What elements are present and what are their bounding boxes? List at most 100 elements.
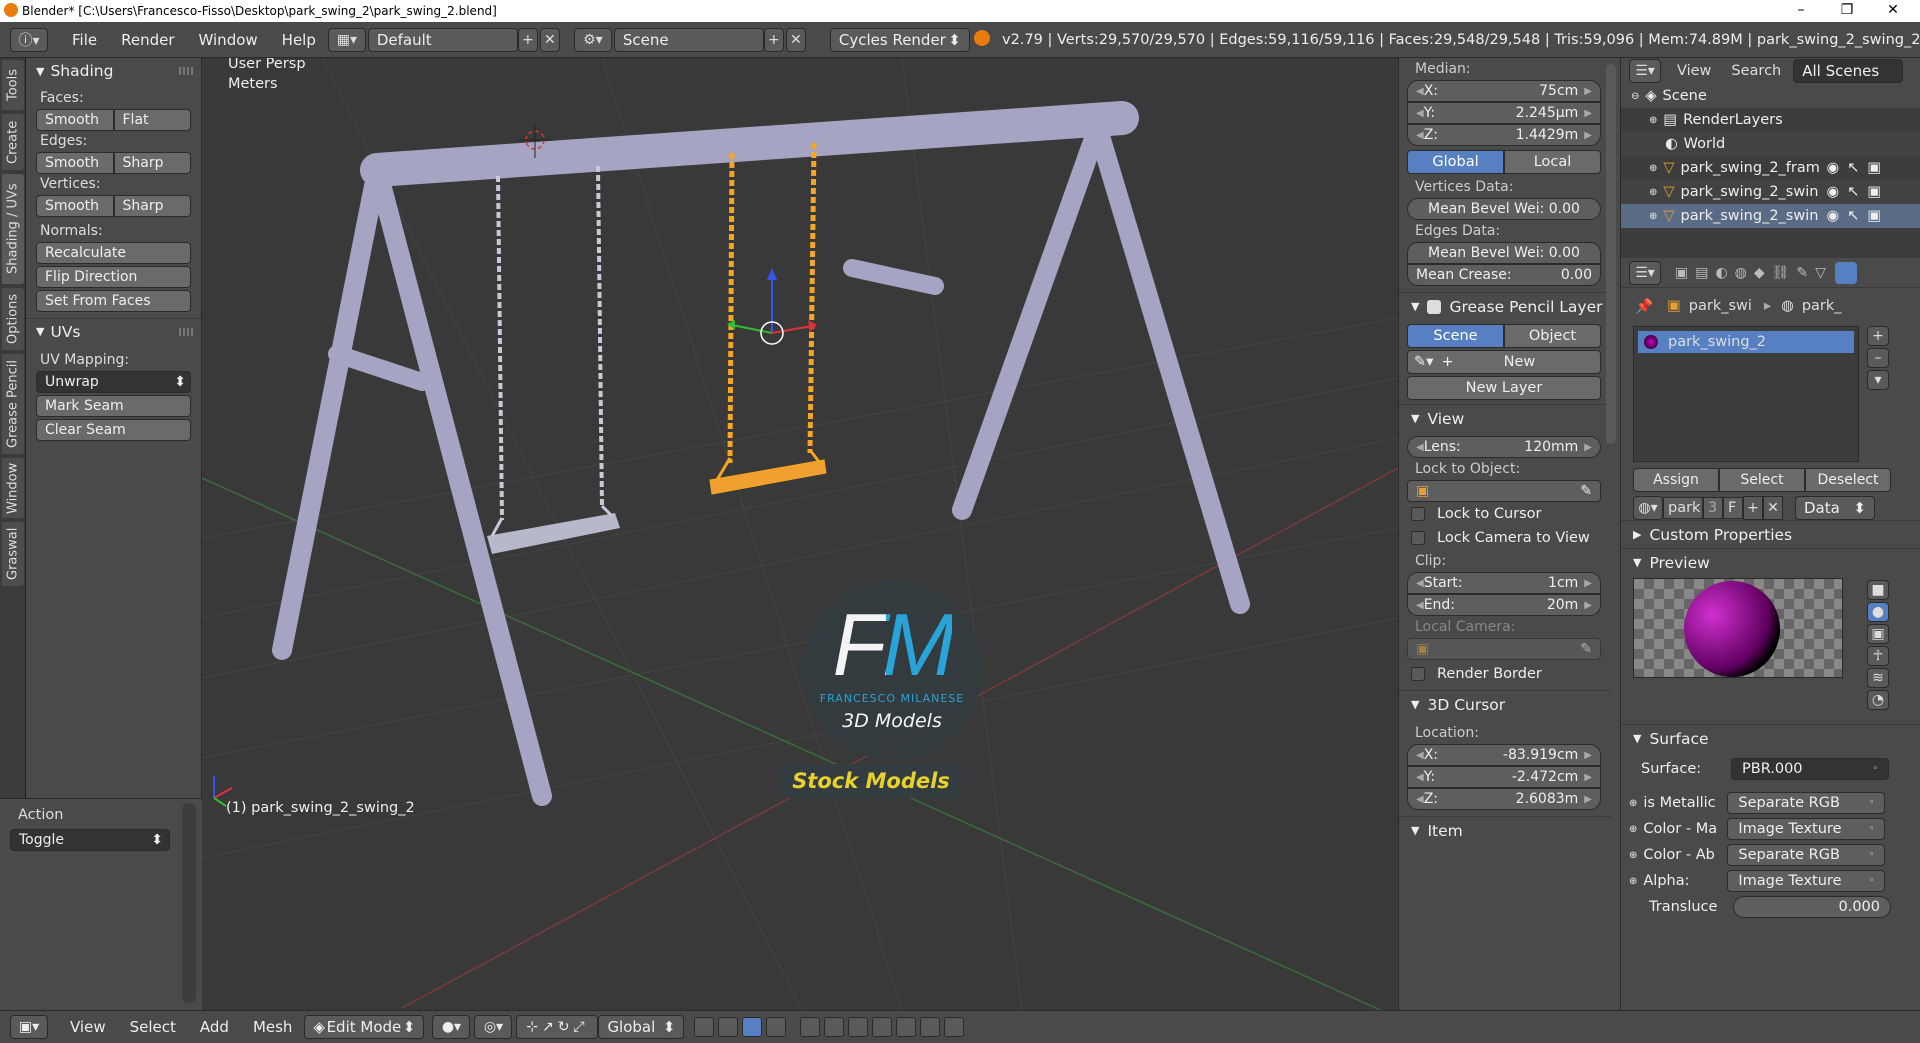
tab-options[interactable]: Options: [2, 288, 24, 350]
mode-select[interactable]: ◈ Edit Mode ⬍: [304, 1015, 425, 1039]
proportional-edit-icon[interactable]: [800, 1017, 821, 1037]
action-select[interactable]: Toggle ⬍: [10, 829, 170, 851]
surface-shader-select[interactable]: PBR.000 ◦: [1731, 758, 1889, 780]
vertex-select-icon[interactable]: [694, 1017, 715, 1037]
cursor-x-field[interactable]: ◀ X: -83.919cm ▶: [1407, 744, 1601, 766]
drag-grip-icon[interactable]: [179, 327, 193, 336]
cursor-icon[interactable]: ↖: [1847, 208, 1859, 224]
outliner-view-menu[interactable]: View: [1677, 63, 1711, 79]
lens-field[interactable]: ◀ Lens: 120mm ▶: [1407, 436, 1601, 458]
preview-flat-icon[interactable]: ■: [1867, 580, 1889, 600]
fake-user-toggle[interactable]: F: [1723, 497, 1743, 519]
layout-select[interactable]: Default: [367, 27, 518, 52]
faces-smooth-button[interactable]: Smooth: [36, 109, 114, 131]
viewport-shading-icon[interactable]: ●▾: [432, 1015, 471, 1039]
camera-icon[interactable]: ▣: [1867, 184, 1881, 200]
camera-icon[interactable]: ▣: [1867, 208, 1881, 224]
eye-icon[interactable]: ◉: [1827, 160, 1840, 176]
edges-smooth-button[interactable]: Smooth: [36, 152, 114, 174]
expand-icon[interactable]: ⊕: [1629, 824, 1637, 835]
input-link-select[interactable]: Separate RGB ◦: [1727, 792, 1886, 814]
remove-layout-icon[interactable]: ✕: [539, 27, 560, 52]
material-slot-list[interactable]: park_swing_2: [1633, 326, 1859, 462]
cursor-icon[interactable]: ↖: [1847, 160, 1859, 176]
preview-hair-icon[interactable]: ≋: [1867, 668, 1889, 688]
view-panel-header[interactable]: ▼ View: [1399, 404, 1611, 432]
context-tab-icons[interactable]: ▣▤◐◍◆⛓✎▽: [1675, 265, 1833, 281]
new-layer-button[interactable]: New Layer: [1407, 376, 1601, 400]
scene-select[interactable]: Scene: [613, 27, 764, 52]
eye-icon[interactable]: ◉: [1827, 208, 1840, 224]
menu-render[interactable]: Render: [109, 31, 186, 49]
properties-editor-icon[interactable]: ☰▾: [1629, 260, 1661, 285]
edge-select-icon[interactable]: [718, 1017, 739, 1037]
swing-1[interactable]: [487, 165, 620, 554]
mesh-snap-icon[interactable]: [896, 1017, 917, 1037]
add-scene-icon[interactable]: +: [763, 27, 784, 52]
menu-select[interactable]: Select: [118, 1018, 188, 1036]
breadcrumb-material[interactable]: park_: [1802, 298, 1842, 314]
gp-object-toggle[interactable]: Object: [1504, 324, 1601, 348]
remove-slot-icon[interactable]: –: [1867, 348, 1889, 368]
manipulator-icons[interactable]: ⊹↗↻⤢: [516, 1015, 599, 1039]
menu-help[interactable]: Help: [270, 31, 328, 49]
pin-icon[interactable]: 📌: [1635, 298, 1653, 315]
assign-button[interactable]: Assign: [1633, 468, 1719, 492]
clip-start-field[interactable]: ◀ Start: 1cm ▶: [1407, 572, 1601, 594]
eye-icon[interactable]: ◉: [1827, 184, 1840, 200]
median-y-field[interactable]: ◀ Y: 2.245µm ▶: [1407, 102, 1601, 124]
edges-sharp-button[interactable]: Sharp: [113, 152, 191, 174]
edge-bevel-weight-field[interactable]: Mean Bevel Wei: 0.00: [1407, 242, 1601, 264]
tab-graswal[interactable]: Graswal: [2, 522, 24, 586]
drag-grip-icon[interactable]: [179, 67, 193, 75]
scene-icon[interactable]: ⚙▾: [573, 27, 612, 52]
render-border-checkbox[interactable]: Render Border: [1399, 662, 1611, 686]
scene-canvas[interactable]: [202, 58, 1398, 1010]
expand-icon[interactable]: ⊕: [1629, 876, 1637, 887]
new-material-icon[interactable]: +: [1743, 496, 1763, 520]
link-select[interactable]: Data ⬍: [1795, 496, 1875, 520]
global-toggle[interactable]: Global: [1407, 150, 1504, 174]
snap-toggle-icon[interactable]: [824, 1017, 845, 1037]
slot-menu-icon[interactable]: ▾: [1867, 370, 1889, 390]
tab-grease-pencil[interactable]: Grease Pencil: [2, 354, 24, 454]
vertex-bevel-weight-field[interactable]: Mean Bevel Wei: 0.00: [1407, 198, 1601, 220]
preview-monkey-icon[interactable]: ☥: [1867, 646, 1889, 666]
menu-view[interactable]: View: [58, 1018, 118, 1036]
tab-window[interactable]: Window: [2, 458, 24, 518]
outliner-editor-icon[interactable]: ☰▾: [1629, 59, 1661, 83]
mean-crease-field[interactable]: Mean Crease: 0.00: [1407, 264, 1601, 286]
camera-icon[interactable]: ▣: [1867, 160, 1881, 176]
recalculate-button[interactable]: Recalculate: [36, 242, 191, 264]
clip-end-field[interactable]: ◀ End: 20m ▶: [1407, 594, 1601, 616]
material-browse-icon[interactable]: ◍▾: [1633, 496, 1663, 520]
faces-flat-button[interactable]: Flat: [113, 109, 191, 131]
3d-cursor-panel-header[interactable]: ▼ 3D Cursor: [1399, 690, 1611, 718]
cursor-icon[interactable]: ↖: [1847, 184, 1859, 200]
clear-seam-button[interactable]: Clear Seam: [36, 419, 191, 441]
outliner-row-frame[interactable]: ⊕ ▽ park_swing_2_fram ◉ ↖ ▣: [1621, 156, 1920, 180]
outliner-row-renderlayers[interactable]: ⊕ ▤ RenderLayers: [1621, 108, 1920, 132]
input-link-select[interactable]: Image Texture ◦: [1727, 818, 1886, 840]
outliner-filter-select[interactable]: All Scenes: [1793, 59, 1904, 83]
screen-layout-icon[interactable]: ▦▾: [327, 27, 366, 52]
item-panel-header[interactable]: ▼ Item: [1399, 816, 1611, 844]
grease-pencil-layer-header[interactable]: ▼ Grease Pencil Layer: [1399, 292, 1611, 320]
outliner-search-menu[interactable]: Search: [1731, 63, 1781, 79]
set-from-faces-button[interactable]: Set From Faces: [36, 290, 191, 312]
preview-cube-icon[interactable]: ▣: [1867, 624, 1889, 644]
material-name-field[interactable]: park: [1663, 497, 1703, 519]
face-select-icon[interactable]: [742, 1017, 763, 1037]
outliner-row-swing-1[interactable]: ⊕ ▽ park_swing_2_swin ◉ ↖ ▣: [1621, 180, 1920, 204]
3d-view-editor-icon[interactable]: ▣▾: [10, 1015, 48, 1039]
vertices-smooth-button[interactable]: Smooth: [36, 195, 114, 217]
median-x-field[interactable]: ◀ X: 75cm ▶: [1407, 80, 1601, 102]
translucent-field[interactable]: 0.000: [1733, 896, 1891, 918]
swing-frame[interactable]: [272, 101, 1250, 806]
3d-viewport[interactable]: User Persp Meters (1) park_swing_2_swing…: [202, 58, 1398, 1010]
lock-object-field[interactable]: ▣ ✎: [1407, 480, 1601, 502]
add-slot-icon[interactable]: +: [1867, 326, 1889, 346]
remove-scene-icon[interactable]: ✕: [785, 27, 806, 52]
lock-to-cursor-checkbox[interactable]: Lock to Cursor: [1399, 502, 1611, 526]
vertices-sharp-button[interactable]: Sharp: [113, 195, 191, 217]
